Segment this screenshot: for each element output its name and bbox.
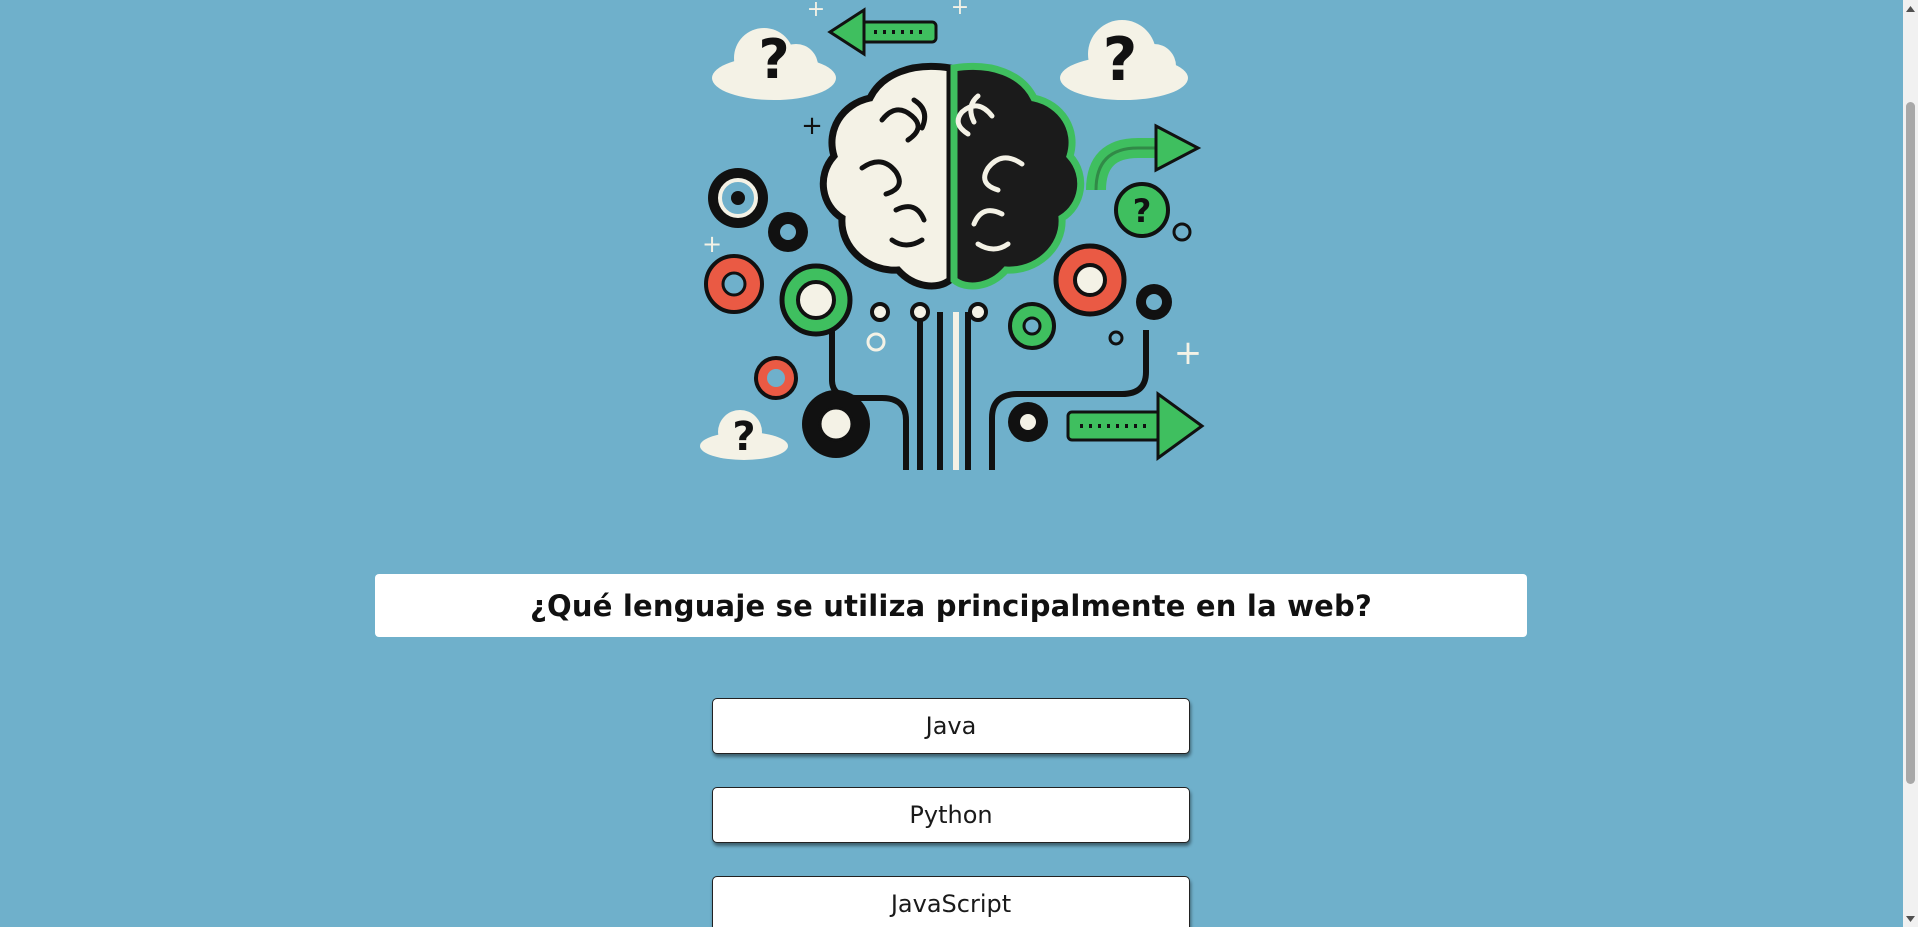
scrollbar-thumb[interactable]	[1906, 102, 1915, 784]
gear-question-icon: ?	[1114, 182, 1170, 238]
brain-icon	[819, 63, 1085, 290]
svg-text:+: +	[807, 0, 825, 22]
circuit-lines	[829, 302, 1149, 470]
gear-icon	[1008, 402, 1048, 442]
svg-text:?: ?	[732, 414, 755, 460]
cloud-question-icon: ?	[700, 410, 788, 460]
svg-text:+: +	[801, 111, 823, 141]
gear-icon	[754, 356, 798, 400]
brain-gears-illustration: ? ? ? ? + + + + +	[700, 0, 1205, 470]
vertical-scrollbar[interactable]	[1903, 0, 1918, 927]
gear-icon	[768, 212, 808, 252]
answer-button-java[interactable]: Java	[712, 698, 1190, 754]
question-card: ¿Qué lenguaje se utiliza principalmente …	[375, 574, 1527, 637]
svg-text:?: ?	[1103, 25, 1138, 95]
arrow-left-icon	[827, 7, 938, 57]
answer-button-javascript[interactable]: JavaScript	[712, 876, 1190, 927]
question-text: ¿Qué lenguaje se utiliza principalmente …	[530, 588, 1372, 623]
chevron-down-icon[interactable]	[1903, 910, 1918, 927]
chevron-up-icon[interactable]	[1903, 0, 1918, 17]
gear-icon	[1053, 243, 1127, 317]
svg-text:+: +	[1174, 333, 1203, 373]
gear-icon	[708, 168, 768, 228]
arrow-right-icon	[1066, 391, 1205, 461]
cloud-question-icon: ?	[712, 28, 836, 100]
gear-icon	[704, 254, 764, 314]
gear-icon	[779, 263, 853, 337]
arrow-right-icon	[1086, 123, 1202, 191]
cloud-question-icon: ?	[1060, 20, 1188, 100]
svg-text:?: ?	[758, 28, 789, 91]
gear-icon	[1136, 284, 1172, 320]
gear-icon	[1008, 302, 1056, 350]
svg-text:+: +	[951, 0, 969, 20]
svg-text:?: ?	[1133, 192, 1152, 230]
answer-button-python[interactable]: Python	[712, 787, 1190, 843]
gear-icon	[802, 390, 870, 458]
quiz-page: ? ? ? ? + + + + + ¿Qué lenguaje se utili…	[0, 0, 1918, 927]
svg-text:+: +	[702, 230, 722, 258]
